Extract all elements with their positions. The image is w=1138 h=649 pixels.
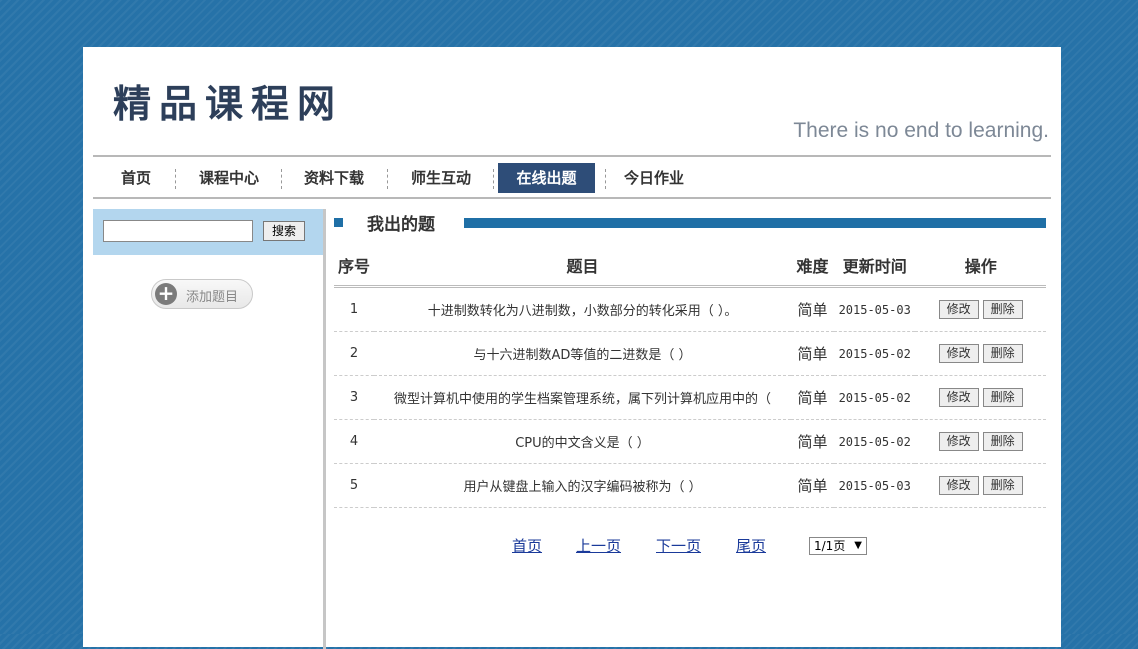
nav-divider (175, 169, 176, 189)
table-row: 3 微型计算机中使用的学生档案管理系统，属下列计算机应用中的（ 简单 2015-… (334, 375, 1046, 420)
nav-item-today-homework[interactable]: 今日作业 (618, 163, 690, 193)
question-table: 序号 题目 难度 更新时间 操作 1 十进制数转化为八进制数，小数部分的转化采用… (334, 245, 1046, 508)
dropdown-arrow-icon: ▼ (854, 540, 862, 551)
nav-item-downloads[interactable]: 资料下载 (298, 163, 370, 193)
row-actions: 修改 删除 (915, 375, 1046, 420)
row-number: 2 (334, 331, 375, 376)
nav-divider (281, 169, 282, 189)
next-page-link[interactable]: 下一页 (656, 535, 701, 556)
delete-button[interactable]: 删除 (982, 300, 1023, 319)
delete-button[interactable]: 删除 (982, 432, 1023, 451)
column-header-date: 更新时间 (834, 245, 916, 288)
first-page-link[interactable]: 首页 (512, 535, 542, 556)
main-content: 我出的题 序号 题目 难度 更新时间 操作 1 十进制数转化为八进制数，小数部分… (334, 209, 1046, 555)
section-header: 我出的题 (334, 209, 1046, 237)
page-container: 精品课程网 There is no end to learning. 首页 课程… (83, 47, 1061, 649)
row-difficulty: 简单 (790, 375, 834, 420)
row-question: CPU的中文含义是（ ） (374, 419, 791, 464)
column-header-no: 序号 (334, 245, 375, 288)
column-header-difficulty: 难度 (790, 245, 834, 288)
page-select-value: 1/1页 (814, 539, 846, 553)
row-actions: 修改 删除 (915, 331, 1046, 376)
main-nav: 首页 课程中心 资料下载 师生互动 在线出题 今日作业 (93, 155, 1051, 199)
row-question: 与十六进制数AD等值的二进数是（ ） (374, 331, 791, 376)
nav-divider (493, 169, 494, 189)
table-row: 5 用户从键盘上输入的汉字编码被称为（ ） 简单 2015-05-03 修改 删除 (334, 463, 1046, 508)
row-question: 十进制数转化为八进制数，小数部分的转化采用（ ）。 (374, 286, 791, 332)
section-bar (464, 218, 1046, 228)
nav-item-course-center[interactable]: 课程中心 (193, 163, 265, 193)
section-marker (334, 218, 343, 227)
page-select[interactable]: 1/1页 ▼ (809, 537, 867, 555)
search-area: 搜索 (93, 209, 323, 255)
row-number: 5 (334, 463, 375, 508)
add-question-button[interactable]: + 添加题目 (151, 279, 253, 309)
edit-button[interactable]: 修改 (938, 300, 979, 319)
row-number: 1 (334, 286, 375, 332)
sidebar: 搜索 + 添加题目 (93, 209, 326, 649)
column-header-question: 题目 (374, 245, 791, 288)
row-number: 3 (334, 375, 375, 420)
add-question-label: 添加题目 (186, 290, 239, 305)
table-row: 4 CPU的中文含义是（ ） 简单 2015-05-02 修改 删除 (334, 419, 1046, 464)
site-logo: 精品课程网 (113, 81, 344, 126)
row-number: 4 (334, 419, 375, 464)
delete-button[interactable]: 删除 (982, 344, 1023, 363)
edit-button[interactable]: 修改 (938, 476, 979, 495)
row-question: 微型计算机中使用的学生档案管理系统，属下列计算机应用中的（ (374, 375, 791, 420)
plus-icon: + (155, 283, 177, 305)
search-input[interactable] (103, 220, 253, 242)
row-date: 2015-05-02 (834, 375, 916, 420)
nav-item-interaction[interactable]: 师生互动 (405, 163, 477, 193)
row-difficulty: 简单 (790, 463, 834, 508)
nav-item-home[interactable]: 首页 (113, 163, 159, 193)
nav-divider (387, 169, 388, 189)
prev-page-link[interactable]: 上一页 (576, 535, 621, 556)
delete-button[interactable]: 删除 (982, 388, 1023, 407)
row-difficulty: 简单 (790, 419, 834, 464)
delete-button[interactable]: 删除 (982, 476, 1023, 495)
row-date: 2015-05-03 (834, 463, 916, 508)
row-actions: 修改 删除 (915, 463, 1046, 508)
row-difficulty: 简单 (790, 331, 834, 376)
row-actions: 修改 删除 (915, 286, 1046, 332)
row-date: 2015-05-02 (834, 419, 916, 464)
row-difficulty: 简单 (790, 286, 834, 332)
pagination: 首页 上一页 下一页 尾页 1/1页 ▼ (334, 535, 1046, 559)
table-header-row: 序号 题目 难度 更新时间 操作 (334, 245, 1046, 288)
table-row: 1 十进制数转化为八进制数，小数部分的转化采用（ ）。 简单 2015-05-0… (334, 286, 1046, 332)
search-button[interactable]: 搜索 (263, 221, 305, 241)
row-date: 2015-05-03 (834, 286, 916, 332)
table-row: 2 与十六进制数AD等值的二进数是（ ） 简单 2015-05-02 修改 删除 (334, 331, 1046, 376)
section-title: 我出的题 (367, 215, 435, 235)
site-slogan: There is no end to learning. (793, 119, 1049, 142)
column-header-actions: 操作 (915, 245, 1046, 288)
row-date: 2015-05-02 (834, 331, 916, 376)
edit-button[interactable]: 修改 (938, 432, 979, 451)
nav-divider (605, 169, 606, 189)
row-question: 用户从键盘上输入的汉字编码被称为（ ） (374, 463, 791, 508)
row-actions: 修改 删除 (915, 419, 1046, 464)
edit-button[interactable]: 修改 (938, 388, 979, 407)
nav-item-online-quiz[interactable]: 在线出题 (498, 163, 595, 193)
edit-button[interactable]: 修改 (938, 344, 979, 363)
last-page-link[interactable]: 尾页 (736, 535, 766, 556)
